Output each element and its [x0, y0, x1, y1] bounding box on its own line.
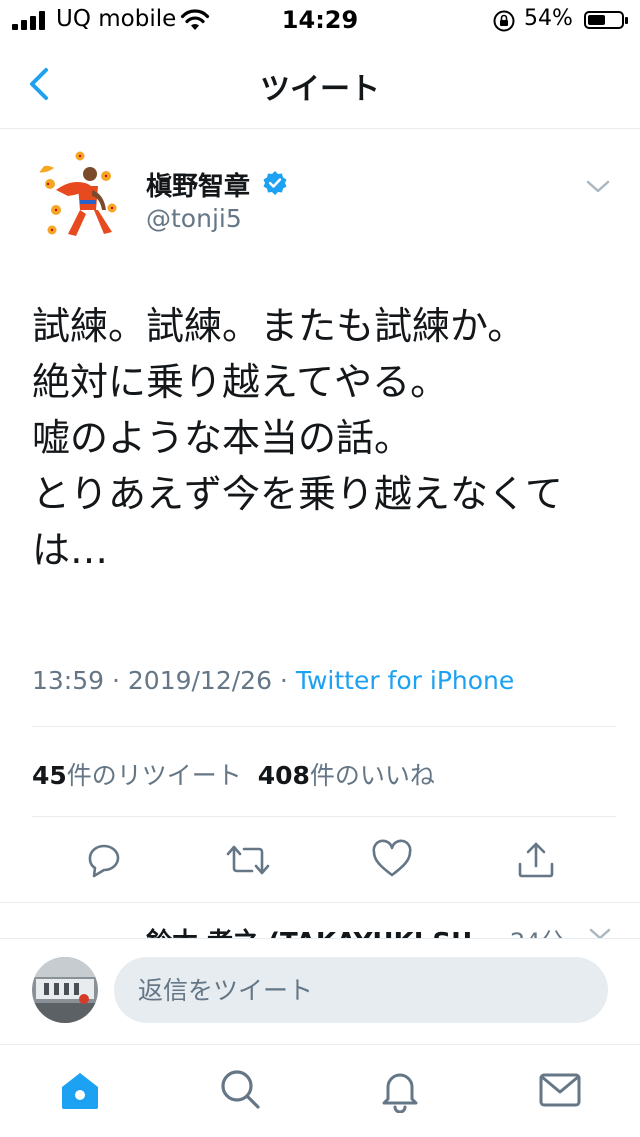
tweet-text-line: は… [32, 528, 109, 572]
tweet-actions [0, 818, 640, 898]
tweet-text-line: 嘘のような本当の話。 [32, 416, 413, 460]
status-bar: UQ mobile 14:29 54% [0, 0, 640, 40]
divider [32, 816, 616, 817]
author-avatar[interactable] [32, 150, 128, 246]
battery-icon [584, 11, 628, 29]
like-stat[interactable]: 408件のいいね [258, 761, 435, 790]
tweet-stats: 45件のリツイート 408件のいいね [32, 756, 435, 792]
tweet-meta: 13:59 · 2019/12/26 · Twitter for iPhone [32, 666, 514, 695]
reply-composer [0, 938, 640, 1045]
tweet-text-line: とりあえず今を乗り越えなくて [32, 472, 563, 516]
like-count: 408 [257, 761, 310, 790]
reply-icon[interactable] [82, 838, 126, 882]
chevron-down-icon[interactable] [584, 176, 612, 196]
tweet-source-link[interactable]: Twitter for iPhone [296, 666, 514, 695]
divider [0, 902, 640, 903]
like-heart-icon[interactable] [370, 838, 414, 882]
messages-envelope-icon[interactable] [536, 1065, 584, 1113]
verified-badge-icon [263, 171, 287, 195]
share-icon[interactable] [514, 838, 558, 882]
nav-bar: ツイート [0, 40, 640, 129]
page-title: ツイート [260, 72, 380, 107]
reply-input[interactable] [114, 957, 608, 1023]
notifications-bell-icon[interactable] [376, 1065, 424, 1113]
reply-item[interactable]: 鈴木 孝之 (TAKAYUKI SU... 24分 [0, 904, 640, 940]
author-handle[interactable]: @tonji5 [146, 204, 242, 233]
tweet-text-line: 絶対に乗り越えてやる。 [32, 360, 449, 404]
tab-bar [0, 1044, 640, 1137]
meta-separator: · [271, 666, 296, 695]
like-label: 件のいいね [309, 761, 435, 790]
retweet-icon[interactable] [226, 838, 270, 882]
retweet-label: 件のリツイート [66, 761, 242, 790]
user-avatar[interactable] [32, 957, 98, 1023]
tweet-time: 13:59 [32, 666, 105, 695]
divider [32, 726, 616, 727]
retweet-count: 45 [32, 761, 67, 790]
retweet-stat[interactable]: 45件のリツイート [32, 761, 242, 790]
tweet-text-line: 試練。試練。またも試練か。 [32, 304, 526, 348]
home-icon[interactable] [56, 1065, 104, 1113]
user-avatar-image [32, 957, 98, 1023]
orientation-lock-icon [493, 10, 515, 32]
author-name[interactable]: 槇野智章 [146, 166, 250, 203]
search-icon[interactable] [216, 1065, 264, 1113]
meta-separator: · [104, 666, 128, 695]
tweet-text: 試練。試練。またも試練か。 絶対に乗り越えてやる。 嘘のような本当の話。 とりあ… [32, 298, 612, 578]
battery-percent: 54% [524, 6, 573, 31]
avatar-illustration [32, 150, 128, 246]
tweet-date: 2019/12/26 [127, 666, 272, 695]
